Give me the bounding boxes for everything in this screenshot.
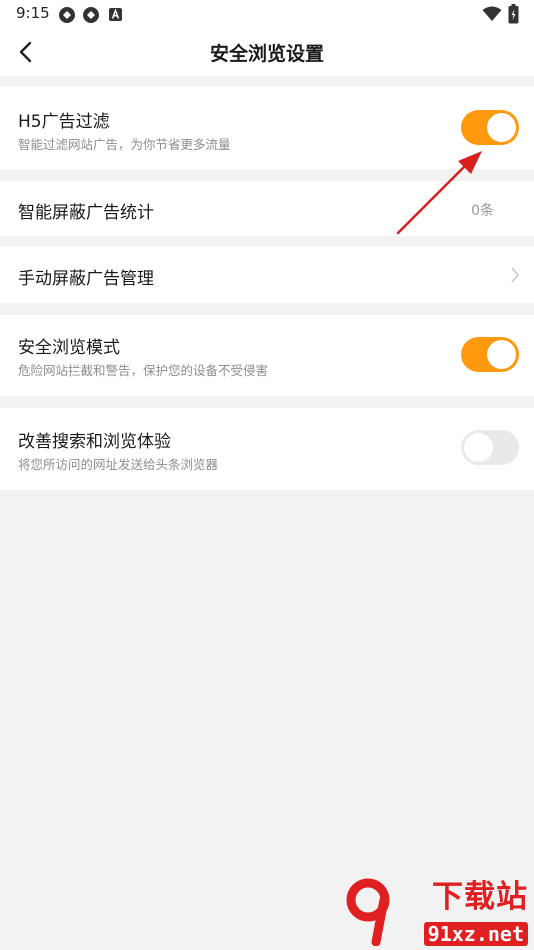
setting-title: 手动屏蔽广告管理 xyxy=(18,269,154,289)
setting-subtitle: 将您所访问的网址发送给头条浏览器 xyxy=(18,457,219,472)
page-title: 安全浏览设置 xyxy=(209,43,324,65)
wifi-icon xyxy=(482,6,502,21)
watermark-text: 下载站 xyxy=(432,879,528,915)
toggle-knob xyxy=(487,113,516,142)
setting-subtitle: 危险网站拦截和警告，保护您的设备不受侵害 xyxy=(18,363,269,378)
block-count-value: 0条 xyxy=(471,203,494,219)
setting-row-safe-mode: 安全浏览模式 危险网站拦截和警告，保护您的设备不受侵害 xyxy=(0,315,534,396)
safe-mode-toggle[interactable] xyxy=(461,337,519,372)
setting-title: 智能屏蔽广告统计 xyxy=(18,203,154,223)
setting-row-manual-block[interactable]: 手动屏蔽广告管理 xyxy=(0,247,534,303)
setting-subtitle: 智能过滤网站广告，为你节省更多流量 xyxy=(18,137,231,152)
chevron-right-icon xyxy=(511,267,520,283)
battery-charging-icon xyxy=(508,4,519,24)
a-badge-icon xyxy=(109,8,122,21)
watermark-url: 91xz.net xyxy=(423,922,528,946)
setting-title: H5广告过滤 xyxy=(18,112,110,132)
app-notification-icon xyxy=(83,7,99,23)
setting-title: 改善搜索和浏览体验 xyxy=(18,432,171,452)
watermark: 下载站 91xz.net xyxy=(344,872,534,950)
setting-row-smart-block-stats[interactable]: 智能屏蔽广告统计 0条 xyxy=(0,181,534,236)
status-bar: 9:15 xyxy=(0,0,534,28)
top-app-bar: 安全浏览设置 xyxy=(0,28,534,76)
app-notification-icon xyxy=(59,7,75,23)
setting-title: 安全浏览模式 xyxy=(18,338,120,358)
status-time: 9:15 xyxy=(16,4,50,22)
toggle-knob xyxy=(464,433,493,462)
setting-row-improve-experience: 改善搜索和浏览体验 将您所访问的网址发送给头条浏览器 xyxy=(0,408,534,490)
h5-ad-filter-toggle[interactable] xyxy=(461,110,519,145)
toggle-knob xyxy=(487,340,516,369)
improve-experience-toggle[interactable] xyxy=(461,430,519,465)
watermark-logo-icon xyxy=(346,878,390,946)
setting-row-h5-ad-filter: H5广告过滤 智能过滤网站广告，为你节省更多流量 xyxy=(0,87,534,169)
